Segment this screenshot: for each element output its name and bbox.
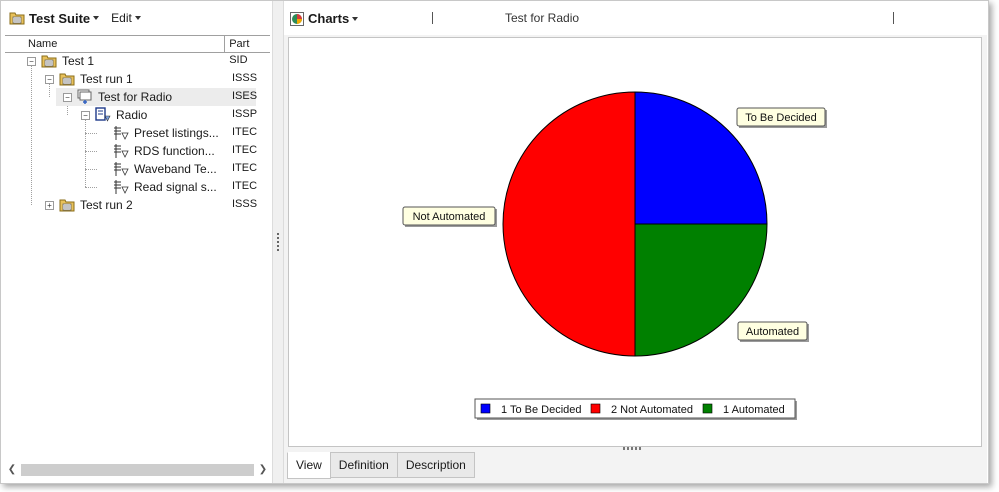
slice-callout: To Be Decided — [736, 107, 827, 128]
slice-label: Not Automated — [413, 211, 486, 223]
tree-row-label: RDS function... — [134, 144, 215, 158]
pie-slice — [502, 91, 636, 357]
edit-menu[interactable]: Edit — [111, 11, 141, 25]
test-tree: − Test 1− Test run 1 ISSS − Test for Radio ISE… — [5, 52, 270, 457]
tree-row-part-sid: ITEC — [232, 144, 258, 156]
tab-definition[interactable]: Definition — [329, 452, 398, 478]
tree-connector-line — [85, 151, 97, 152]
tree-row[interactable]: − Test run 1 ISSS — [5, 70, 270, 88]
collapse-icon[interactable]: − — [45, 75, 54, 84]
collapse-icon[interactable]: − — [27, 57, 36, 66]
legend-entry: 2 Not Automated — [611, 404, 693, 416]
legend-swatch — [590, 403, 601, 414]
scrollbar-thumb[interactable] — [21, 464, 254, 476]
folder-icon — [59, 197, 75, 213]
panel-splitter[interactable] — [272, 1, 284, 483]
test-suite-title: Test Suite — [29, 10, 91, 26]
tree-row[interactable]: Waveband Te... ITEC — [5, 160, 270, 178]
application-window: Test Suite Edit Name Part SID − Test 1− Te… — [0, 0, 989, 484]
resize-grip-icon[interactable] — [623, 447, 641, 450]
tab-description[interactable]: Description — [396, 452, 475, 478]
scroll-right-icon[interactable]: ❯ — [258, 464, 268, 476]
tree-row[interactable]: − Test for Radio ISES — [5, 88, 270, 106]
tree-row-label: Preset listings... — [134, 126, 219, 140]
chevron-down-icon — [93, 16, 100, 20]
tree-connector-line — [85, 133, 97, 134]
tree-row[interactable]: − Radio ISSP — [5, 106, 270, 124]
toolbar-separator — [432, 12, 433, 24]
test-case-icon — [113, 143, 129, 159]
splitter-grip-icon[interactable] — [277, 233, 279, 251]
tree-row-part-sid: ITEC — [232, 126, 258, 138]
charts-menu-label: Charts — [308, 11, 350, 26]
tree-row[interactable]: Preset listings... ITEC — [5, 124, 270, 142]
chart-name: Test for Radio — [505, 11, 580, 25]
tree-connector-line — [85, 169, 97, 170]
horizontal-scrollbar[interactable]: ❮ ❯ — [5, 462, 270, 478]
chevron-down-icon — [352, 16, 359, 21]
test-case-icon — [113, 179, 129, 195]
legend-swatch — [480, 403, 491, 414]
charts-toolbar: Charts Test for Radio — [284, 1, 987, 35]
test-spec-icon — [95, 107, 111, 123]
legend-entry: 1 Automated — [723, 404, 785, 416]
scroll-left-icon[interactable]: ❮ — [7, 464, 17, 476]
tree-connector-line — [85, 187, 97, 188]
pie-chart-icon — [290, 11, 304, 26]
collapse-icon[interactable]: − — [81, 111, 90, 120]
tree-row-part-sid: ISSS — [232, 198, 258, 210]
test-suite-icon — [9, 12, 25, 25]
tab-view[interactable]: View — [287, 452, 331, 479]
column-header-part-sid[interactable]: Part SID — [225, 36, 270, 66]
test-suite-panel: Test Suite Edit Name Part SID − Test 1− Te… — [1, 1, 272, 483]
test-suite-menu[interactable]: Test Suite — [9, 10, 100, 26]
tree-row-label: Read signal s... — [134, 180, 217, 194]
test-case-icon — [113, 125, 129, 141]
tree-row-label: Radio — [116, 108, 148, 122]
expand-icon[interactable]: + — [45, 201, 54, 210]
test-case-icon — [113, 161, 129, 177]
tree-row[interactable]: RDS function... ITEC — [5, 142, 270, 160]
folder-icon — [59, 71, 75, 87]
charts-panel: Charts Test for Radio To Be Decided Autom… — [284, 1, 987, 483]
tree-row-label: Test run 2 — [80, 198, 133, 212]
charts-menu[interactable]: Charts — [290, 11, 359, 26]
tree-row[interactable]: + Test run 2 ISSS — [5, 196, 270, 214]
slice-callout: Not Automated — [402, 206, 497, 227]
legend-swatch — [702, 403, 713, 414]
tree-row-label: Test run 1 — [80, 72, 133, 86]
slice-label: Automated — [746, 326, 799, 338]
test-suite-toolbar: Test Suite Edit — [1, 1, 272, 35]
toolbar-separator — [893, 12, 894, 24]
tree-row-label: Waveband Te... — [134, 162, 217, 176]
collapse-icon[interactable]: − — [63, 93, 72, 102]
folder-icon — [41, 53, 57, 69]
chart-tabs: View Definition Description — [287, 452, 475, 479]
pie-chart: To Be Decided Automated Not Automated 1 To … — [402, 91, 827, 420]
tree-row-part-sid: ITEC — [232, 180, 258, 192]
edit-menu-label: Edit — [111, 11, 132, 25]
tree-row-part-sid: ISSS — [232, 72, 258, 84]
tree-column-header: Name Part SID — [5, 35, 270, 66]
tree-row[interactable]: Read signal s... ITEC — [5, 178, 270, 196]
tree-row-part-sid: ISSP — [232, 108, 258, 120]
tree-row-label: Test 1 — [62, 54, 95, 68]
tree-row[interactable]: − Test 1 — [5, 52, 270, 70]
tree-row-label: Test for Radio — [98, 90, 173, 104]
tree-row-part-sid: ITEC — [232, 162, 258, 174]
slice-label: To Be Decided — [745, 112, 817, 124]
legend-entry: 1 To Be Decided — [501, 404, 582, 416]
test-set-icon — [77, 89, 93, 105]
slice-callout: Automated — [737, 321, 809, 342]
column-header-name[interactable]: Name — [5, 36, 226, 52]
chart-area: To Be Decided Automated Not Automated 1 To … — [288, 37, 982, 447]
tree-row-part-sid: ISES — [232, 90, 258, 102]
chevron-down-icon — [134, 16, 141, 20]
